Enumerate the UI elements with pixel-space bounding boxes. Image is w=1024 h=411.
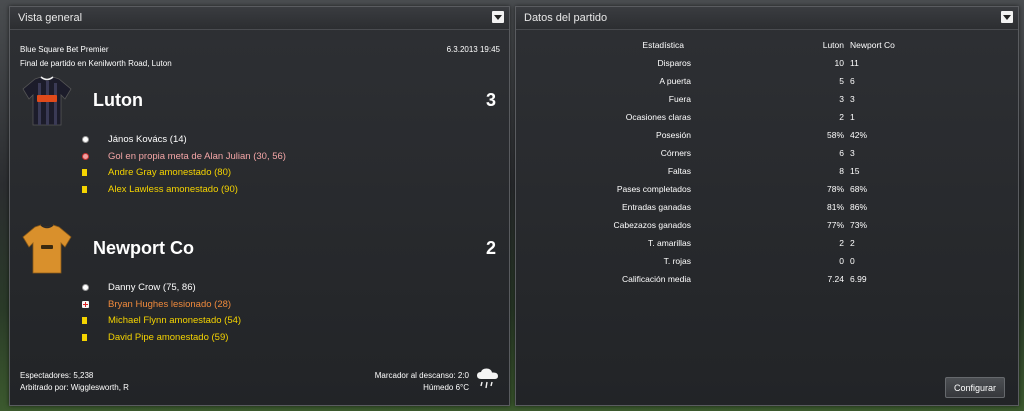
- weather: Húmedo 6°C: [423, 383, 469, 392]
- stat-away-value: 6: [850, 76, 855, 86]
- away-team-name[interactable]: Newport Co: [93, 238, 194, 259]
- match-datetime: 6.3.2013 19:45: [446, 45, 500, 54]
- stat-home-value: 0: [839, 256, 844, 266]
- stat-home-value: 2: [839, 238, 844, 248]
- halftime-score: Marcador al descanso: 2:0: [374, 371, 469, 380]
- away-score: 2: [485, 238, 496, 258]
- own-goal-ball-icon: [82, 152, 89, 160]
- stat-home-value: 3: [839, 94, 844, 104]
- stat-away-value: 6.99: [850, 274, 867, 284]
- competition-name: Blue Square Bet Premier: [20, 45, 109, 54]
- event-text[interactable]: Gol en propia meta de Alan Julian (30, 5…: [108, 151, 286, 162]
- yellow-card-icon: [82, 185, 87, 193]
- stat-home-value: 78%: [826, 184, 844, 194]
- referee: Arbitrado por: Wigglesworth, R: [20, 383, 129, 392]
- stats-panel: Datos del partido Estadística Luton Newp…: [515, 6, 1019, 406]
- home-team-name[interactable]: Luton: [93, 90, 143, 111]
- injury-cross-icon: [82, 300, 89, 308]
- stat-away-value: 42%: [850, 130, 868, 140]
- stat-away-value: 11: [850, 58, 859, 68]
- newport-shirt-icon: [22, 224, 72, 274]
- event-text[interactable]: Andre Gray amonestado (80): [108, 167, 231, 178]
- stat-away-value: 0: [850, 256, 855, 266]
- stats-header: Datos del partido: [516, 7, 1018, 30]
- stat-away-value: 3: [850, 148, 855, 158]
- stat-home-value: 5: [839, 76, 844, 86]
- event-text[interactable]: Michael Flynn amonestado (54): [108, 315, 241, 326]
- stat-away-value: 68%: [850, 184, 868, 194]
- stat-away-value: 2: [850, 238, 855, 248]
- event-text[interactable]: Danny Crow (75, 86): [108, 282, 196, 293]
- event-text[interactable]: Alex Lawless amonestado (90): [108, 184, 238, 195]
- stat-away-value: 1: [850, 112, 855, 122]
- stat-away-value: 3: [850, 94, 855, 104]
- event-text[interactable]: Bryan Hughes lesionado (28): [108, 299, 231, 310]
- yellow-card-icon: [82, 333, 87, 341]
- stat-home-value: 8: [839, 166, 844, 176]
- attendance: Espectadores: 5,238: [20, 371, 94, 380]
- stat-home-value: 7.24: [827, 274, 844, 284]
- panel-title: Vista general: [18, 12, 83, 24]
- stat-home-value: 6: [839, 148, 844, 158]
- configure-button[interactable]: Configurar: [945, 377, 1005, 398]
- yellow-card-icon: [82, 169, 87, 176]
- panel-title: Datos del partido: [524, 12, 608, 24]
- stats-header-away: Newport Co: [850, 40, 895, 50]
- home-score: 3: [485, 90, 496, 110]
- stat-home-value: 58%: [826, 130, 844, 140]
- stat-away-value: 86%: [850, 202, 868, 212]
- goal-ball-icon: [82, 136, 89, 143]
- stat-away-value: 73%: [850, 220, 868, 230]
- stat-away-value: 15: [850, 166, 860, 176]
- stats-header-home: Luton: [822, 40, 844, 50]
- overview-header: Vista general: [10, 7, 509, 30]
- yellow-card-icon: [82, 317, 87, 324]
- event-text[interactable]: János Kovács (14): [108, 134, 187, 145]
- stat-home-value: 2: [839, 112, 844, 122]
- match-venue: Final de partido en Kenilworth Road, Lut…: [20, 59, 172, 68]
- overview-menu-button[interactable]: [492, 11, 504, 23]
- overview-panel: Vista general Blue Square Bet Premier 6.…: [9, 6, 510, 406]
- rain-cloud-icon: [477, 368, 498, 389]
- goal-ball-icon: [82, 284, 89, 291]
- stat-home-value: 81%: [826, 202, 844, 212]
- luton-shirt-icon: [22, 76, 72, 126]
- event-text[interactable]: David Pipe amonestado (59): [108, 332, 228, 343]
- stat-home-value: 77%: [826, 220, 844, 230]
- stats-menu-button[interactable]: [1001, 11, 1013, 23]
- stat-home-value: 10: [834, 58, 844, 68]
